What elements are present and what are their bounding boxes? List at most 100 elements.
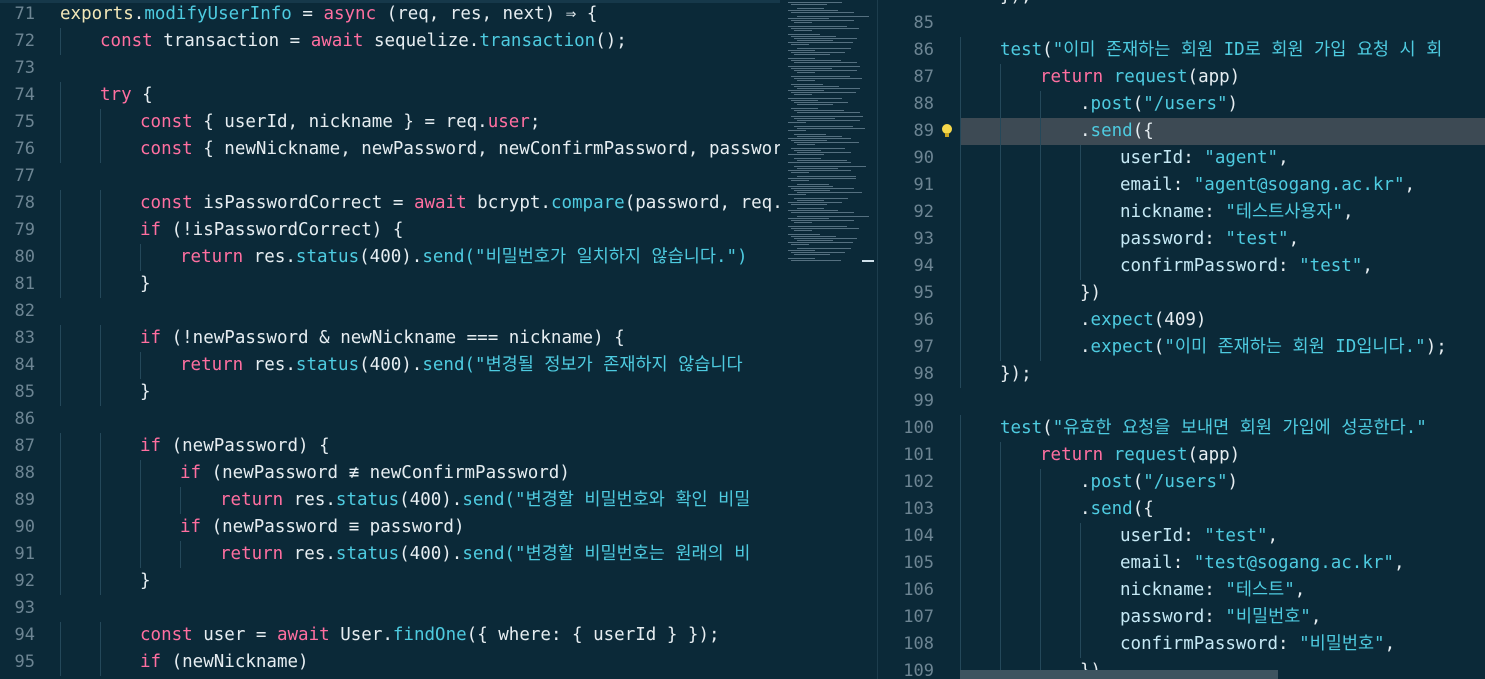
minimap-line [791, 44, 809, 45]
code-token: transaction [479, 31, 596, 51]
indent-guide [960, 604, 961, 631]
indent-guide [1000, 118, 1001, 145]
indent-guide [960, 577, 961, 604]
code-token: nickname) { [498, 328, 625, 348]
code-token: post [1090, 472, 1133, 492]
line-number: 101 [903, 445, 934, 465]
minimap-line [794, 22, 812, 23]
code-line[interactable]: if (newPassword ≡ password) [180, 514, 465, 541]
code-line[interactable]: return res.status(400).send("변경할 비밀번호와 확… [220, 487, 750, 514]
indent-guide [1040, 469, 1041, 496]
code-line[interactable]: return res.status(400).send("비밀번호가 일치하지 … [180, 244, 748, 271]
code-line[interactable]: if (newPassword) { [140, 433, 330, 460]
code-line[interactable]: nickname: "테스트", [1120, 577, 1305, 604]
code-line[interactable]: exports.modifyUserInfo = async (req, res… [60, 1, 597, 28]
minimap-line [794, 150, 821, 151]
indent-guide [1080, 145, 1081, 172]
code-line[interactable]: test("이미 존재하는 회원 ID로 회원 가입 요청 시 회 [1000, 37, 1442, 64]
code-line[interactable]: confirmPassword: "비밀번호", [1120, 631, 1395, 658]
code-line[interactable]: if (newPassword ≢ newConfirmPassword) [180, 460, 570, 487]
minimap[interactable] [780, 0, 876, 679]
minimap-line [797, 248, 851, 249]
lightbulb-icon[interactable] [940, 123, 954, 137]
right-editor-pane[interactable]: 85 86 87 88 89 90 91 92 93 94 95 96 97 98 99 100 101 102 1… [877, 0, 1485, 679]
indent-guide [1040, 631, 1041, 658]
code-line[interactable]: return res.status(400).send("변경할 비밀번호는 원… [220, 541, 750, 568]
code-line[interactable]: password: "비밀번호", [1120, 604, 1321, 631]
code-line[interactable]: return request(app) [1040, 442, 1240, 469]
code-line[interactable]: } [140, 568, 151, 595]
code-line[interactable]: const { userId, nickname } = req.user; [140, 109, 540, 136]
minimap-line [797, 208, 824, 209]
minimap-slider[interactable] [862, 260, 874, 262]
code-token: test [1000, 40, 1043, 60]
code-token: (app) [1187, 445, 1241, 465]
code-token: (newPassword) { [161, 436, 330, 456]
code-line[interactable]: .expect(409) [1080, 307, 1206, 334]
code-line[interactable]: const user = await User.findOne({ where:… [140, 622, 720, 649]
code-token: send [462, 544, 505, 564]
indent-guide [1040, 577, 1041, 604]
code-line[interactable]: nickname: "테스트사용자", [1120, 199, 1354, 226]
code-token: "테스트" [1225, 580, 1295, 600]
code-line[interactable]: .expect("이미 존재하는 회원 ID입니다."); [1080, 334, 1447, 361]
minimap-line [788, 42, 853, 43]
code-token: ({ where: { userId } }); [466, 625, 720, 645]
minimap-line [788, 194, 806, 195]
code-line[interactable]: return request(app) [1040, 64, 1240, 91]
minimap-line [788, 58, 815, 59]
code-line[interactable]: confirmPassword: "test", [1120, 253, 1373, 280]
code-token: res. [243, 355, 296, 375]
code-token: send [422, 355, 465, 375]
code-line[interactable]: const transaction = await sequelize.tran… [100, 28, 627, 55]
code-line[interactable]: .send({ [1080, 118, 1154, 145]
indent-guide [100, 622, 101, 649]
code-line[interactable]: } [140, 271, 151, 298]
code-token: . [1080, 94, 1091, 114]
minimap-line [791, 148, 845, 149]
indent-guide [1040, 145, 1041, 172]
code-line[interactable]: return res.status(400).send("변경될 정보가 존재하… [180, 352, 743, 379]
code-token: { userId, nickname } = req. [192, 112, 488, 132]
line-number: 73 [14, 58, 35, 78]
code-token: (400). [399, 490, 463, 510]
code-line[interactable]: userId: "test", [1120, 523, 1278, 550]
code-line[interactable]: try { [100, 82, 153, 109]
code-line[interactable]: }) [1080, 280, 1101, 307]
minimap-line [797, 136, 842, 137]
code-line[interactable]: if (!newPassword & newNickname === nickn… [140, 325, 625, 352]
indent-guide [1040, 496, 1041, 523]
minimap-line [797, 88, 860, 89]
code-line[interactable]: } [140, 379, 151, 406]
code-line[interactable]: if (newNickname) [140, 649, 309, 676]
code-token: ("변경할 비밀번호와 확인 비밀 [504, 490, 751, 510]
code-token: findOne [392, 625, 467, 645]
code-line[interactable]: userId: "agent", [1120, 145, 1289, 172]
code-token: "test" [1299, 256, 1363, 276]
code-token: exports [60, 4, 134, 24]
indent-guide [60, 514, 61, 541]
horizontal-scrollbar[interactable] [960, 670, 1278, 679]
code-token: status [295, 355, 360, 375]
minimap-line [788, 98, 842, 99]
indent-guide [960, 631, 961, 658]
code-line[interactable]: email: "test@sogang.ac.kr", [1120, 550, 1405, 577]
minimap-line [797, 40, 833, 41]
code-line[interactable]: const isPasswordCorrect = await bcrypt.c… [140, 190, 780, 217]
code-token: (app) [1187, 67, 1241, 87]
code-token: : [1204, 607, 1226, 627]
minimap-line [797, 128, 865, 129]
code-line[interactable]: test("유효한 요청을 보내면 회원 가입에 성공한다." [1000, 415, 1427, 442]
left-editor-pane[interactable]: 71 72 73 74 75 76 77 78 79 80 81 82 83 84 85 86 87 88 89 90… [0, 0, 780, 679]
code-line[interactable]: .post("/users") [1080, 91, 1238, 118]
code-line[interactable]: .post("/users") [1080, 469, 1238, 496]
code-line[interactable]: }); [1000, 361, 1032, 388]
code-line[interactable]: .send({ [1080, 496, 1154, 523]
code-line[interactable]: password: "test", [1120, 226, 1299, 253]
code-token: . [1080, 310, 1091, 330]
code-line[interactable]: email: "agent@sogang.ac.kr", [1120, 172, 1415, 199]
code-line[interactable]: const { newNickname, newPassword, newCon… [140, 136, 780, 163]
code-token: = [291, 4, 324, 24]
code-line[interactable]: if (!isPasswordCorrect) { [140, 217, 403, 244]
code-token: : [1204, 580, 1226, 600]
